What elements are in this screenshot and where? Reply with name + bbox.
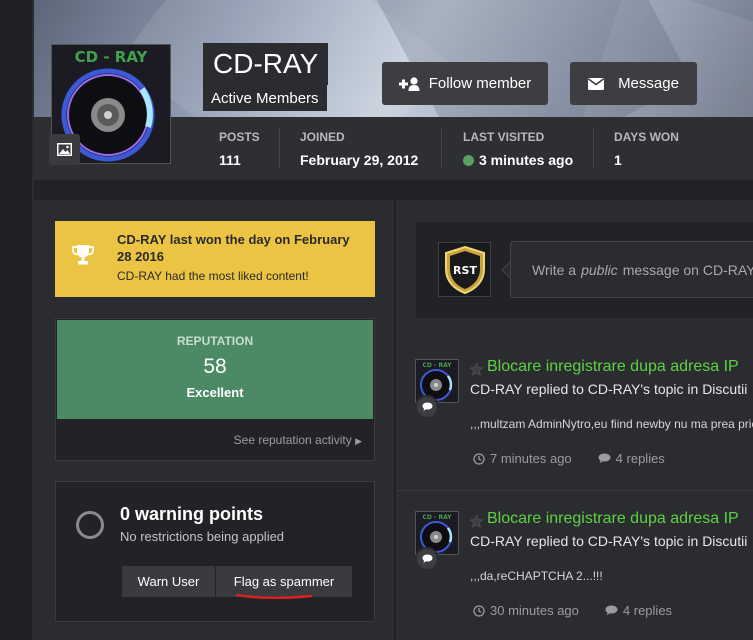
warn-user-label: Warn User — [137, 574, 200, 589]
stat-label: JOINED — [300, 130, 345, 144]
stat-days-won: DAYS WON 1 — [614, 130, 679, 168]
reputation-card: REPUTATION 58 Excellent See reputation a… — [55, 318, 375, 461]
member-group: Active Members — [203, 85, 327, 111]
avatar-text: CD - RAY — [422, 362, 452, 369]
red-underline-annotation — [235, 593, 313, 600]
left-sidebar-strip — [0, 0, 34, 640]
stat-value: 111 — [219, 152, 241, 168]
image-icon — [57, 143, 72, 156]
follow-member-label: Follow member — [428, 75, 532, 92]
member-group-text: Active Members — [211, 89, 319, 107]
activity-time: 7 minutes ago — [490, 451, 572, 466]
warning-circle-icon — [76, 511, 104, 539]
reputation-badge: REPUTATION 58 Excellent — [57, 320, 373, 419]
stat-label: POSTS — [219, 130, 260, 144]
day-won-subtitle: CD-RAY had the most liked content! — [117, 269, 309, 283]
avatar-text: CD - RAY — [75, 48, 149, 66]
activity-item: CD - RAY Blocare inregistrare dupa adres… — [396, 510, 753, 640]
activity-replies: 4 replies — [615, 451, 665, 466]
status-placeholder-suffix: message on CD-RAY — [622, 261, 753, 278]
stat-value: 3 minutes ago — [479, 152, 574, 168]
comment-icon — [422, 554, 432, 563]
message-button[interactable]: Message — [570, 62, 697, 105]
activity-subtitle: CD-RAY replied to CD-RAY's topic in Disc… — [470, 533, 748, 549]
star-icon[interactable] — [470, 515, 483, 528]
stat-divider — [593, 128, 594, 168]
comment-icon — [605, 605, 618, 616]
comment-icon — [422, 402, 432, 411]
clock-icon — [473, 452, 485, 465]
reply-badge — [415, 395, 439, 419]
stat-last-visited: LAST VISITED 3 minutes ago — [463, 130, 573, 168]
change-cover-photo-button[interactable] — [49, 134, 80, 165]
stat-joined: JOINED February 29, 2012 — [300, 130, 418, 168]
warning-points-subtitle: No restrictions being applied — [120, 529, 285, 544]
star-icon[interactable] — [470, 363, 483, 376]
rst-logo-text: RST — [453, 264, 477, 277]
user-plus-icon — [398, 76, 420, 91]
caret-right-icon: ▶ — [355, 436, 362, 446]
warning-card: 0 warning points No restrictions being a… — [55, 481, 375, 622]
warn-user-button[interactable]: Warn User — [122, 566, 215, 597]
online-status-icon — [463, 154, 474, 166]
warning-points-title: 0 warning points — [120, 504, 264, 524]
activity-meta: 7 minutes ago 4 replies — [473, 451, 665, 466]
flag-as-spammer-label: Flag as spammer — [233, 574, 335, 589]
activity-replies: 4 replies — [622, 603, 673, 618]
stat-label: LAST VISITED — [463, 130, 545, 144]
profile-name-text: CD-RAY — [213, 48, 319, 79]
day-won-title: CD-RAY last won the day on February 28 2… — [117, 232, 350, 264]
reputation-value: 58 — [203, 355, 227, 378]
reply-badge — [415, 547, 439, 571]
activity-snippet: ,,,da,reCHAPTCHA 2...!!! — [470, 569, 603, 583]
see-reputation-activity-link[interactable]: See reputation activity ▶ — [234, 433, 362, 447]
reputation-label: REPUTATION — [176, 334, 254, 348]
activity-item: CD - RAY Blocare inregistrare dupa adres… — [396, 358, 753, 509]
status-update-input[interactable]: Write a public message on CD-RAY — [510, 241, 753, 298]
follow-member-button[interactable]: Follow member — [382, 62, 548, 105]
avatar-text: CD - RAY — [422, 514, 452, 521]
stat-divider — [441, 128, 442, 168]
stat-value: 1 — [614, 152, 622, 168]
stat-value-row: 3 minutes ago — [463, 152, 573, 168]
clock-icon — [473, 604, 485, 617]
reputation-word: Excellent — [186, 385, 244, 400]
profile-name: CD-RAY — [203, 43, 329, 85]
day-won-banner: CD-RAY last won the day on February 28 2… — [55, 221, 375, 297]
activity-divider — [396, 490, 753, 491]
message-label: Message — [618, 75, 679, 92]
activity-title-link[interactable]: Blocare inregistrare dupa adresa IP — [487, 510, 739, 528]
activity-time: 30 minutes ago — [490, 603, 579, 618]
trophy-icon — [72, 245, 94, 265]
reputation-link-text: See reputation activity — [233, 433, 352, 447]
stat-value: February 29, 2012 — [300, 152, 419, 168]
activity-title-link[interactable]: Blocare inregistrare dupa adresa IP — [487, 358, 739, 376]
status-placeholder-em: public — [581, 261, 618, 278]
activity-subtitle: CD-RAY replied to CD-RAY's topic in Disc… — [470, 381, 748, 397]
status-placeholder-prefix: Write a — [532, 261, 577, 278]
comment-icon — [598, 453, 611, 464]
stat-posts: POSTS 111 — [219, 130, 260, 168]
current-user-avatar[interactable]: RST — [438, 242, 491, 297]
activity-snippet: ,,,multzam AdminNytro,eu fiind newby nu … — [470, 417, 753, 431]
rst-shield-logo: RST — [444, 245, 485, 294]
stat-divider — [279, 128, 280, 168]
stat-label: DAYS WON — [614, 130, 679, 144]
envelope-icon — [588, 77, 605, 90]
activity-meta: 30 minutes ago 4 replies — [473, 603, 672, 618]
